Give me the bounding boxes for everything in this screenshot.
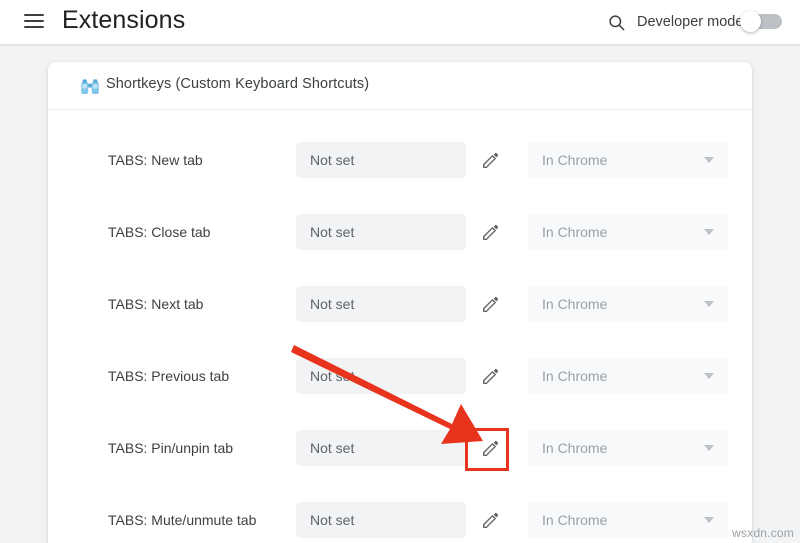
top-app-bar: Extensions Developer mode xyxy=(0,0,800,44)
scope-value: In Chrome xyxy=(528,224,607,240)
scope-value: In Chrome xyxy=(528,440,607,456)
shortcut-command-label: TABS: Next tab xyxy=(108,296,203,312)
shortcut-command-label: TABS: Mute/unmute tab xyxy=(108,512,256,528)
shortcut-value: Not set xyxy=(296,224,354,240)
shortcut-row: TABS: Pin/unpin tab Not set In Chrome xyxy=(48,412,752,484)
shortcut-input[interactable]: Not set xyxy=(296,502,466,538)
shortcut-scope-select[interactable]: In Chrome xyxy=(528,142,728,178)
pencil-edit-icon[interactable] xyxy=(470,140,510,180)
shortcut-rows: TABS: New tab Not set In Chrome TABS: xyxy=(48,110,752,543)
shortcut-input[interactable]: Not set xyxy=(296,286,466,322)
shortcut-value: Not set xyxy=(296,368,354,384)
shortcut-scope-select[interactable]: In Chrome xyxy=(528,358,728,394)
page-title: Extensions xyxy=(62,6,185,35)
shortcut-scope-select[interactable]: In Chrome xyxy=(528,430,728,466)
chevron-down-icon xyxy=(704,301,714,307)
extensions-page: Extensions Developer mode xyxy=(0,0,800,543)
toggle-knob xyxy=(740,11,761,32)
shortcut-input[interactable]: Not set xyxy=(296,142,466,178)
chevron-down-icon xyxy=(704,517,714,523)
shortcut-value: Not set xyxy=(296,512,354,528)
extension-card-header: Shortkeys (Custom Keyboard Shortcuts) xyxy=(48,62,752,110)
shortcut-row: TABS: Next tab Not set In Chrome xyxy=(48,268,752,340)
shortcut-row: TABS: Mute/unmute tab Not set In Chrome xyxy=(48,484,752,543)
shortcut-value: Not set xyxy=(296,440,354,456)
pencil-edit-icon[interactable] xyxy=(470,356,510,396)
scope-value: In Chrome xyxy=(528,512,607,528)
shortcut-command-label: TABS: New tab xyxy=(108,152,203,168)
shortcut-row: TABS: Previous tab Not set In Chrome xyxy=(48,340,752,412)
shortcut-scope-select[interactable]: In Chrome xyxy=(528,502,728,538)
chevron-down-icon xyxy=(704,229,714,235)
chevron-down-icon xyxy=(704,157,714,163)
scope-value: In Chrome xyxy=(528,152,607,168)
shortcut-value: Not set xyxy=(296,296,354,312)
shortcut-row: TABS: Close tab Not set In Chrome xyxy=(48,196,752,268)
pencil-edit-icon[interactable] xyxy=(470,284,510,324)
scope-value: In Chrome xyxy=(528,368,607,384)
extension-name: Shortkeys (Custom Keyboard Shortcuts) xyxy=(106,76,369,92)
shortcut-input[interactable]: Not set xyxy=(296,430,466,466)
pencil-edit-icon[interactable] xyxy=(470,500,510,540)
shortcut-input[interactable]: Not set xyxy=(296,358,466,394)
shortcut-row: TABS: New tab Not set In Chrome xyxy=(48,124,752,196)
shortcut-command-label: TABS: Pin/unpin tab xyxy=(108,440,233,456)
shortcut-input[interactable]: Not set xyxy=(296,214,466,250)
binoculars-icon xyxy=(78,75,102,99)
scope-value: In Chrome xyxy=(528,296,607,312)
shortcut-command-label: TABS: Previous tab xyxy=(108,368,229,384)
shortcut-scope-select[interactable]: In Chrome xyxy=(528,214,728,250)
developer-mode-label: Developer mode xyxy=(637,14,743,30)
pencil-edit-icon[interactable] xyxy=(470,212,510,252)
hamburger-menu-icon[interactable] xyxy=(24,13,44,29)
search-icon[interactable] xyxy=(607,13,626,32)
chevron-down-icon xyxy=(704,445,714,451)
annotation-highlight-box xyxy=(465,428,509,471)
shortcut-scope-select[interactable]: In Chrome xyxy=(528,286,728,322)
extension-card: Shortkeys (Custom Keyboard Shortcuts) TA… xyxy=(48,62,752,543)
shortcut-value: Not set xyxy=(296,152,354,168)
developer-mode-toggle[interactable] xyxy=(740,11,782,33)
watermark: wsxdn.com xyxy=(732,526,794,540)
shortcut-command-label: TABS: Close tab xyxy=(108,224,210,240)
chevron-down-icon xyxy=(704,373,714,379)
